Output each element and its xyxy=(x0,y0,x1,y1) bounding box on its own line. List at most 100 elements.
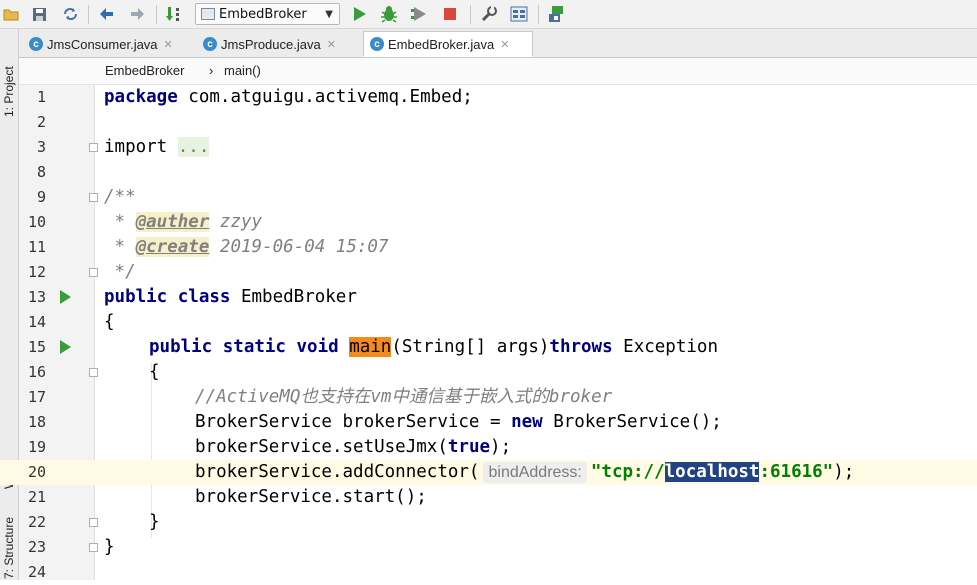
java-class-icon: c xyxy=(203,37,217,51)
exception-type: Exception xyxy=(612,337,718,357)
run-icon[interactable] xyxy=(350,4,370,24)
keyword: import xyxy=(104,137,168,157)
code-line: 11 * @create 2019-06-04 15:07 xyxy=(0,235,977,260)
tab-label: JmsProduce.java xyxy=(221,36,321,52)
line-number: 21 xyxy=(27,488,46,506)
line-code: { xyxy=(104,312,115,332)
code-line: 21 brokerService.start(); xyxy=(0,485,977,510)
run-config-icon xyxy=(201,8,215,20)
fold-icon[interactable] xyxy=(89,143,98,152)
editor-tab-bar: c JmsConsumer.java ✕ c JmsProduce.java ✕… xyxy=(19,29,977,58)
toolbar-separator xyxy=(88,5,89,24)
line-number: 19 xyxy=(27,438,46,456)
fold-icon[interactable] xyxy=(89,368,98,377)
toolbar-separator xyxy=(156,5,157,24)
line-code: //ActiveMQ也支持在vm中通信基于嵌入式的broker xyxy=(195,387,613,407)
project-structure-icon[interactable] xyxy=(478,4,500,24)
parameter-hint: bindAddress: xyxy=(483,462,587,483)
sync-icon[interactable] xyxy=(60,4,80,24)
run-config-label: EmbedBroker xyxy=(219,6,307,22)
fold-icon[interactable] xyxy=(89,543,98,552)
line-number: 9 xyxy=(36,188,46,206)
chevron-down-icon: ▼ xyxy=(325,8,333,20)
line-number: 8 xyxy=(36,163,46,181)
line-number: 22 xyxy=(27,513,46,531)
breadcrumb-method[interactable]: main() xyxy=(224,63,261,78)
javadoc-tag: @create xyxy=(135,237,210,257)
javadoc-value: zzyy xyxy=(209,212,263,232)
line-code: } xyxy=(149,512,160,532)
line-code: } xyxy=(104,537,115,557)
tab-embedbroker[interactable]: c EmbedBroker.java ✕ xyxy=(363,31,533,57)
line-number: 14 xyxy=(27,313,46,331)
breadcrumb: EmbedBroker › main() xyxy=(19,58,977,85)
line-number: 17 xyxy=(27,388,46,406)
tab-label: JmsConsumer.java xyxy=(47,36,158,52)
line-code: public static void main(String[] args)th… xyxy=(149,335,718,360)
breadcrumb-separator: › xyxy=(209,63,214,78)
line-number: 12 xyxy=(27,263,46,281)
close-icon[interactable]: ✕ xyxy=(500,38,509,51)
code-line: 13 public class EmbedBroker xyxy=(0,285,977,310)
line-number: 3 xyxy=(36,138,46,156)
params: (String[] args) xyxy=(391,337,550,357)
run-gutter-icon[interactable] xyxy=(60,340,71,354)
code-text: BrokerService(); xyxy=(542,412,722,432)
line-number: 10 xyxy=(27,213,46,231)
fold-icon[interactable] xyxy=(89,518,98,527)
build-icon[interactable] xyxy=(164,4,186,24)
java-class-icon: c xyxy=(370,37,384,51)
folded-imports[interactable]: ... xyxy=(177,137,210,157)
tab-jmsconsumer[interactable]: c JmsConsumer.java ✕ xyxy=(23,31,195,57)
line-number: 2 xyxy=(36,113,46,131)
line-number: 20 xyxy=(27,463,46,481)
selected-text[interactable]: localhost xyxy=(664,462,760,482)
line-code: brokerService.setUseJmx(true); xyxy=(195,435,511,460)
back-icon[interactable] xyxy=(96,4,116,24)
line-code: { xyxy=(149,362,160,382)
line-number: 23 xyxy=(27,538,46,556)
vcs-icon[interactable] xyxy=(546,4,568,24)
coverage-icon[interactable] xyxy=(408,4,430,24)
close-icon[interactable]: ✕ xyxy=(164,38,173,51)
close-icon[interactable]: ✕ xyxy=(327,38,336,51)
run-gutter-icon[interactable] xyxy=(60,290,71,304)
line-number: 24 xyxy=(27,563,46,581)
code-line: 17 //ActiveMQ也支持在vm中通信基于嵌入式的broker xyxy=(0,385,977,410)
string-literal: :61616" xyxy=(759,462,834,482)
comment-star: * xyxy=(104,237,136,257)
package-name: com.atguigu.activemq.Embed; xyxy=(177,87,473,107)
javadoc-tag: @auther xyxy=(135,212,210,232)
comment-star: * xyxy=(104,212,136,232)
line-code: /** xyxy=(104,187,136,207)
toolbar-separator xyxy=(470,5,471,24)
debug-icon[interactable] xyxy=(378,4,400,24)
breadcrumb-class[interactable]: EmbedBroker xyxy=(105,63,184,78)
code-line: 10 * @auther zzyy xyxy=(0,210,977,235)
run-config-selector[interactable]: EmbedBroker ▼ xyxy=(195,3,340,25)
code-line: 23 } xyxy=(0,535,977,560)
code-text: ); xyxy=(490,437,512,457)
fold-icon[interactable] xyxy=(89,193,98,202)
code-line: 12 */ xyxy=(0,260,977,285)
line-code: brokerService.addConnector(bindAddress: "… xyxy=(195,460,854,485)
main-toolbar: EmbedBroker ▼ xyxy=(0,0,977,29)
keyword: public class xyxy=(104,287,231,307)
code-line: 1 package com.atguigu.activemq.Embed; xyxy=(0,85,977,110)
line-code: package com.atguigu.activemq.Embed; xyxy=(104,85,473,110)
fold-icon[interactable] xyxy=(89,268,98,277)
stop-icon[interactable] xyxy=(440,4,460,24)
code-line: 8 xyxy=(0,160,977,185)
tab-jmsproduce[interactable]: c JmsProduce.java ✕ xyxy=(197,31,363,57)
save-icon[interactable] xyxy=(30,4,48,24)
code-line: 19 brokerService.setUseJmx(true); xyxy=(0,435,977,460)
line-number: 11 xyxy=(27,238,46,256)
code-line: 15 public static void main(String[] args… xyxy=(0,335,977,360)
code-line: 18 BrokerService brokerService = new Bro… xyxy=(0,410,977,435)
code-line: 16 { xyxy=(0,360,977,385)
keyword: new xyxy=(511,412,543,432)
forward-icon[interactable] xyxy=(128,4,148,24)
line-code: brokerService.start(); xyxy=(195,487,427,507)
sdk-icon[interactable] xyxy=(508,4,530,24)
open-folder-icon[interactable] xyxy=(2,4,20,24)
